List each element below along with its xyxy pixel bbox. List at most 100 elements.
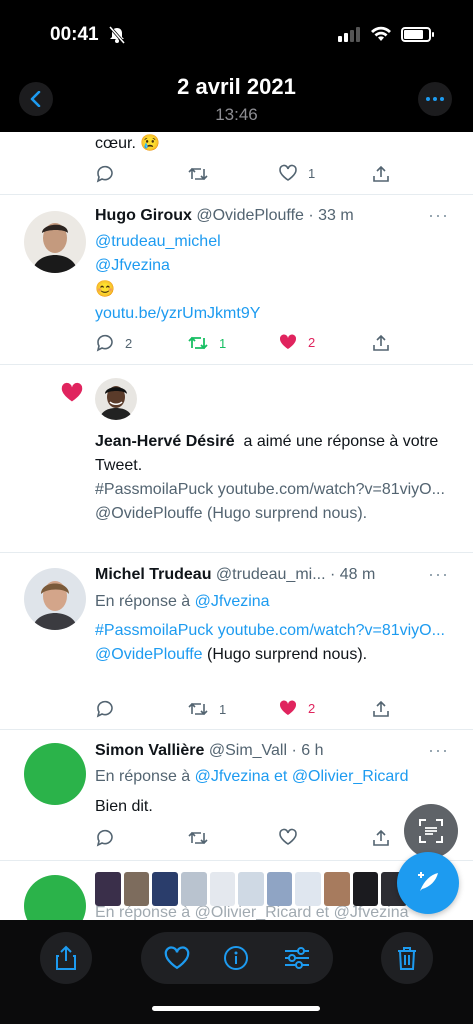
tweet-body: @trudeau_michel @Jfvezina 😊 youtu.be/yzr…	[95, 230, 459, 326]
heart-outline-icon	[279, 164, 297, 181]
youtube-link[interactable]: youtube.com/watch?v=81viyO...	[218, 622, 445, 639]
retweet-icon[interactable]	[187, 164, 209, 184]
tweet-text: cœur. 😢	[95, 135, 161, 152]
heart-filled-icon	[279, 700, 297, 715]
author-name[interactable]: Michel Trudeau	[95, 566, 211, 583]
retweet-button[interactable]: 1	[187, 333, 226, 353]
avatar[interactable]	[95, 378, 137, 420]
tweet-body: En réponse à @Jfvezina #PassmoilaPuck yo…	[95, 590, 459, 667]
heart-outline-icon[interactable]	[278, 828, 298, 846]
share-icon[interactable]	[371, 333, 391, 353]
more-button[interactable]	[418, 82, 452, 116]
share-icon	[56, 945, 76, 970]
ellipsis-icon	[426, 97, 444, 101]
tweet-text: Bien dit.	[95, 798, 153, 815]
author-name[interactable]: Hugo Giroux	[95, 207, 192, 224]
like-button[interactable]: 2	[278, 699, 315, 717]
tweet-actions: 2 1 2	[95, 333, 395, 355]
share-icon[interactable]	[371, 164, 391, 184]
heart-filled-icon	[59, 381, 85, 409]
info-icon[interactable]	[223, 945, 249, 976]
tweet-actions: 1 2	[95, 699, 395, 721]
tweet-simon[interactable]: Simon Vallière @Sim_Vall · 6 h ··· En ré…	[0, 730, 473, 861]
avatar[interactable]	[24, 211, 86, 273]
mention-link[interactable]: @Jfvezina	[195, 593, 270, 610]
heart-filled-icon	[279, 334, 297, 349]
adjust-icon[interactable]	[283, 945, 311, 976]
time-subtitle: 13:46	[215, 105, 258, 124]
reply-icon[interactable]	[95, 828, 115, 848]
author-handle-time: @OvidePlouffe · 33 m	[196, 207, 354, 224]
tweet-menu-icon[interactable]: ···	[428, 564, 449, 585]
liked-tweet-preview[interactable]: #PassmoilaPuck youtube.com/watch?v=81viy…	[95, 478, 459, 526]
clock: 00:41	[50, 24, 99, 45]
avatar[interactable]	[24, 875, 86, 920]
author-handle-time: @trudeau_mi... · 48 m	[215, 566, 376, 583]
live-text-button[interactable]	[404, 804, 458, 858]
retweet-button[interactable]: 1	[187, 699, 226, 719]
compose-tweet-button[interactable]	[397, 852, 459, 914]
tweet-header: Michel Trudeau @trudeau_mi... · 48 m	[95, 564, 375, 586]
retweet-icon[interactable]	[187, 828, 209, 848]
emoji: 😊	[95, 281, 115, 298]
tweet-actions	[95, 828, 395, 850]
home-indicator[interactable]	[152, 1006, 320, 1011]
date-title: 2 avril 2021	[177, 74, 296, 99]
reply-icon[interactable]	[95, 699, 115, 719]
tweet-header: Hugo Giroux @OvidePlouffe · 33 m	[95, 205, 354, 227]
reply-button[interactable]: 2	[95, 333, 132, 353]
status-bar: 00:41	[0, 0, 473, 66]
share-icon[interactable]	[371, 828, 391, 848]
notification-body: Jean-Hervé Désiré a aimé une réponse à v…	[95, 430, 459, 526]
reply-icon	[96, 334, 113, 352]
toolbar-center-group	[141, 932, 333, 984]
like-count: 2	[308, 700, 316, 716]
mention-link[interactable]: @Jfvezina	[95, 254, 459, 278]
heart-icon[interactable]	[163, 945, 191, 976]
share-button[interactable]	[40, 932, 92, 984]
tweet-partial-top[interactable]: cœur. 😢 1	[0, 132, 473, 195]
bell-muted-icon	[108, 26, 126, 49]
trash-icon	[398, 947, 416, 970]
mention-link[interactable]: @OvidePlouffe	[95, 646, 203, 663]
liker-name[interactable]: Jean-Hervé Désiré	[95, 433, 235, 450]
mention-link[interactable]: @Jfvezina et @Olivier_Ricard	[195, 768, 409, 785]
reply-count: 2	[125, 335, 133, 351]
thumbnail-strip[interactable]	[95, 872, 408, 906]
feather-plus-icon	[418, 872, 438, 891]
tweet-body: En réponse à @Jfvezina et @Olivier_Ricar…	[95, 765, 459, 819]
like-button[interactable]: 1	[278, 164, 315, 182]
text-scan-icon	[419, 819, 443, 843]
tweet-actions: 1	[95, 164, 395, 186]
reply-icon[interactable]	[95, 164, 115, 184]
share-icon[interactable]	[371, 699, 391, 719]
like-button[interactable]: 2	[278, 333, 315, 351]
delete-button[interactable]	[381, 932, 433, 984]
battery-icon	[401, 27, 434, 42]
retweet-icon	[188, 336, 208, 350]
tweet-hugo[interactable]: Hugo Giroux @OvidePlouffe · 33 m ··· @tr…	[0, 195, 473, 365]
photo-header: 2 avril 2021 13:46	[0, 66, 473, 132]
wifi-icon	[370, 25, 392, 47]
retweet-count: 1	[219, 701, 227, 717]
tweet-menu-icon[interactable]: ···	[428, 740, 449, 761]
author-name[interactable]: Simon Vallière	[95, 742, 204, 759]
retweet-icon	[188, 702, 208, 716]
reply-context: En réponse à @Jfvezina	[95, 593, 270, 610]
retweet-count: 1	[219, 335, 227, 351]
like-count: 2	[308, 334, 316, 350]
like-count: 1	[308, 165, 316, 181]
tweet-header: Simon Vallière @Sim_Vall · 6 h	[95, 740, 324, 762]
reply-context: En réponse à @Jfvezina et @Olivier_Ricar…	[95, 768, 409, 785]
cellular-signal-icon	[338, 26, 360, 42]
hashtag-link[interactable]: #PassmoilaPuck	[95, 622, 213, 639]
avatar[interactable]	[24, 568, 86, 630]
author-handle-time: @Sim_Vall · 6 h	[208, 742, 324, 759]
tweet-menu-icon[interactable]: ···	[428, 205, 449, 226]
avatar[interactable]	[24, 743, 86, 805]
tweet-michel[interactable]: Michel Trudeau @trudeau_mi... · 48 m ···…	[0, 553, 473, 730]
youtube-link[interactable]: youtu.be/yzrUmJkmt9Y	[95, 302, 459, 326]
mention-link[interactable]: @trudeau_michel	[95, 230, 459, 254]
like-notification[interactable]: Jean-Hervé Désiré a aimé une réponse à v…	[0, 365, 473, 553]
twitter-screenshot: cœur. 😢 1 Hugo Giroux @OvidePlouffe · 33…	[0, 132, 473, 920]
